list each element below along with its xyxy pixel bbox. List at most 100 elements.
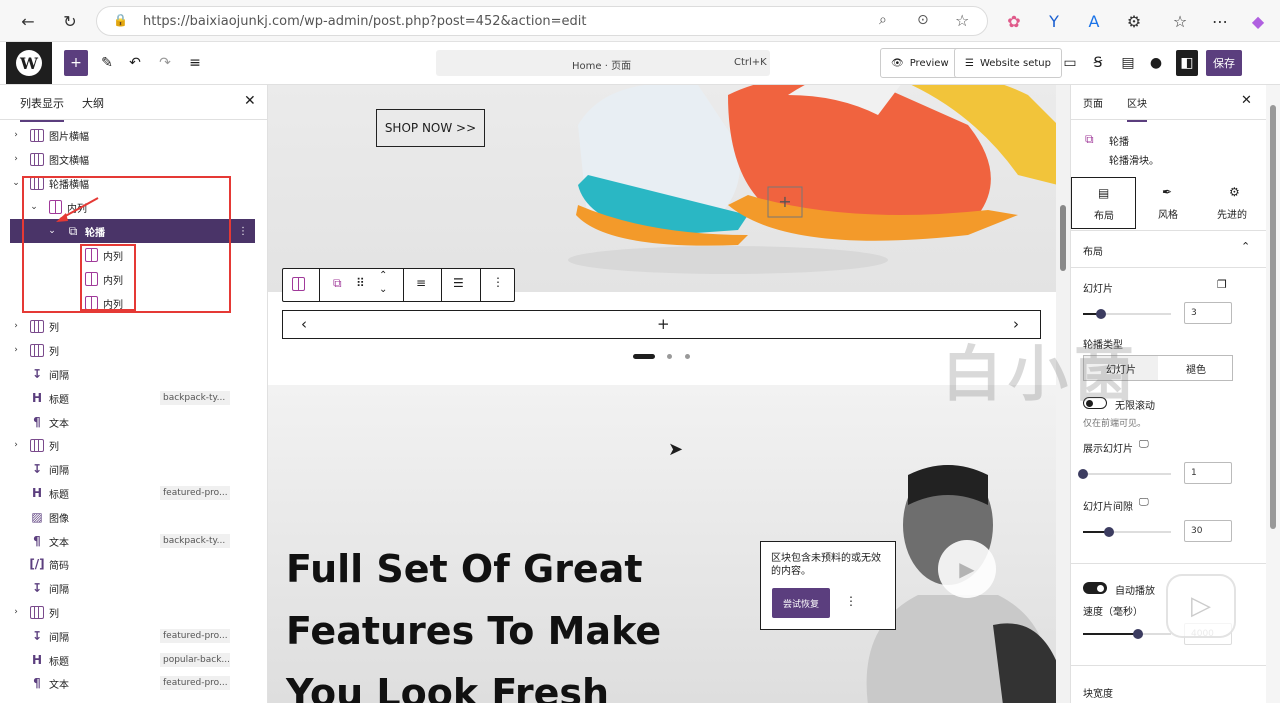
list-view-item[interactable]: H 标题 featured-pro... [0,481,268,505]
settings-sidebar-icon[interactable]: ◧ [1176,50,1198,76]
list-view-item[interactable]: ▨ 图像 [0,505,268,529]
subtab-layout[interactable]: ▤ 布局 [1071,177,1136,229]
copilot-icon[interactable]: ◆ [1246,9,1270,33]
list-view-item[interactable]: › 列 [0,433,268,457]
settings-scrollbar[interactable] [1266,85,1280,703]
chevron-right-icon[interactable]: › [11,440,21,450]
save-button[interactable]: 保存 [1206,50,1242,76]
list-view-item[interactable]: ¶ 文本 [0,410,268,434]
back-icon[interactable]: ← [16,9,40,33]
tools-pen-icon[interactable]: ✎ [96,50,118,76]
list-view-item[interactable]: ↧ 间隔 [0,457,268,481]
chevron-right-icon[interactable]: › [11,607,21,617]
reload-icon[interactable]: ↻ [58,9,82,33]
list-view-item[interactable]: › 列 [0,314,268,338]
wordpress-logo[interactable]: W [6,42,52,84]
undo-icon[interactable]: ↶ [124,50,146,76]
page-icon[interactable]: ▤ [1118,50,1138,76]
slide-dot[interactable] [685,354,690,359]
more-icon[interactable]: ⋯ [1208,9,1232,33]
move-up-down-icon[interactable]: ⌃ ⌄ [379,269,387,297]
list-view-item[interactable]: › 图片横幅 [0,123,268,147]
scrollbar-thumb[interactable] [1270,105,1276,529]
list-view-item[interactable]: H 标题 backpack-ty... [0,386,268,410]
website-setup-button[interactable]: ☰ Website setup [954,48,1062,78]
extension-y-icon[interactable]: Y [1042,9,1066,33]
slide-dot[interactable] [667,354,672,359]
chevron-up-icon[interactable]: ⌃ [1241,240,1250,253]
list-view-item[interactable]: ¶ 文本 backpack-ty... [0,529,268,553]
add-block-button[interactable]: + [64,50,88,76]
autoplay-toggle[interactable] [1083,582,1107,594]
document-overview-icon[interactable]: ≡ [184,50,206,76]
redo-icon[interactable]: ↷ [154,50,176,76]
spacer-icon: ↧ [31,367,43,381]
more-options-icon[interactable]: ⋮ [845,594,857,608]
prev-slide-icon[interactable]: ‹ [301,315,307,333]
desktop-icon[interactable]: 🖵 [1139,439,1149,450]
chevron-right-icon[interactable]: › [11,130,21,140]
list-view-item[interactable]: ¶ 文本 featured-pro... [0,671,268,695]
subtab-advanced[interactable]: ⚙ 先进的 [1202,177,1267,229]
preview-button[interactable]: 👁 Preview [880,48,960,78]
favorites-icon[interactable]: ☆ [1168,9,1192,33]
slides-input[interactable]: 3 [1184,302,1232,324]
slide-dot-active[interactable] [633,354,655,359]
address-bar[interactable]: 🔒 https://baixiaojunkj.com/wp-admin/post… [96,6,988,36]
more-options-icon[interactable]: ⋮ [492,275,504,289]
plugin-circle-icon[interactable]: ● [1146,50,1166,76]
editor-canvas: + SHOP NOW >> ⧉ ⠿ ⌃ ⌄ ≡ ☰ ⋮ ‹ + › ▶ Full … [268,85,1056,703]
extension-flower-icon[interactable]: ✿ [1002,9,1026,33]
chevron-right-icon[interactable]: › [11,321,21,331]
parent-block-icon[interactable] [292,277,305,291]
tab-block[interactable]: 区块 [1127,95,1147,122]
chevron-right-icon[interactable]: › [11,345,21,355]
list-view-item[interactable]: ↧ 间隔 featured-pro... [0,624,268,648]
copy-icon[interactable]: ❐ [1217,278,1227,291]
more-options-icon[interactable]: ⋮ [238,226,248,237]
extensions-icon[interactable]: ⚙ [1122,9,1146,33]
list-view-item[interactable]: › 列 [0,600,268,624]
list-view-item[interactable]: ↧ 间隔 [0,576,268,600]
show-slides-input[interactable]: 1 [1184,462,1232,484]
tab-outline[interactable]: 大纲 [82,95,104,111]
slide-gap-slider[interactable] [1083,527,1171,537]
close-icon[interactable]: ✕ [1241,93,1252,108]
preview-label: Preview [909,57,949,69]
list-view-label: 图片横幅 [49,131,89,143]
chevron-down-icon[interactable]: ⌄ [11,178,21,188]
device-preview-icon[interactable]: ▭ [1060,50,1080,76]
subtab-style[interactable]: ✒ 风格 [1137,177,1202,229]
extension-translate-icon[interactable]: A [1082,9,1106,33]
add-slide-icon[interactable]: + [657,315,670,333]
reader-icon[interactable]: ⊙ [917,12,929,28]
close-icon[interactable]: ✕ [244,93,256,109]
shop-now-button[interactable]: SHOP NOW >> [376,109,485,147]
list-view-item[interactable]: [/] 简码 [0,552,268,576]
list-view-item[interactable]: H 标题 popular-back... [0,648,268,672]
slides-slider[interactable] [1083,309,1171,319]
desktop-icon[interactable]: 🖵 [1139,497,1149,508]
list-view-item[interactable]: › 图文横幅 [0,147,268,171]
drag-handle-icon[interactable]: ⠿ [356,276,365,290]
attempt-recovery-button[interactable]: 尝试恢复 [772,588,830,618]
slide-gap-input[interactable]: 30 [1184,520,1232,542]
carousel-icon[interactable]: ⧉ [333,276,342,291]
list-view-item[interactable]: › 列 [0,338,268,362]
tab-page[interactable]: 页面 [1083,95,1103,110]
speed-slider[interactable] [1083,629,1171,639]
type-fade-option[interactable]: 褪色 [1159,356,1233,380]
align-text-icon[interactable]: ☰ [453,276,464,290]
show-slides-slider[interactable] [1078,469,1171,479]
sneaker-image: + [568,85,1056,274]
plugin-s-icon[interactable]: Ꞩ [1088,50,1108,76]
play-video-icon[interactable]: ▶ [938,540,996,598]
tab-list-view[interactable]: 列表显示 [20,95,64,122]
command-palette-bar[interactable]: Home · 页面 Ctrl+K [436,50,770,76]
scrollbar-thumb[interactable] [1060,205,1066,271]
chevron-right-icon[interactable]: › [11,154,21,164]
favorite-star-icon[interactable]: ☆ [955,11,969,30]
list-view-item[interactable]: ↧ 间隔 [0,362,268,386]
zoom-icon[interactable]: ⌕ [879,12,887,28]
align-full-icon[interactable]: ≡ [416,276,426,290]
